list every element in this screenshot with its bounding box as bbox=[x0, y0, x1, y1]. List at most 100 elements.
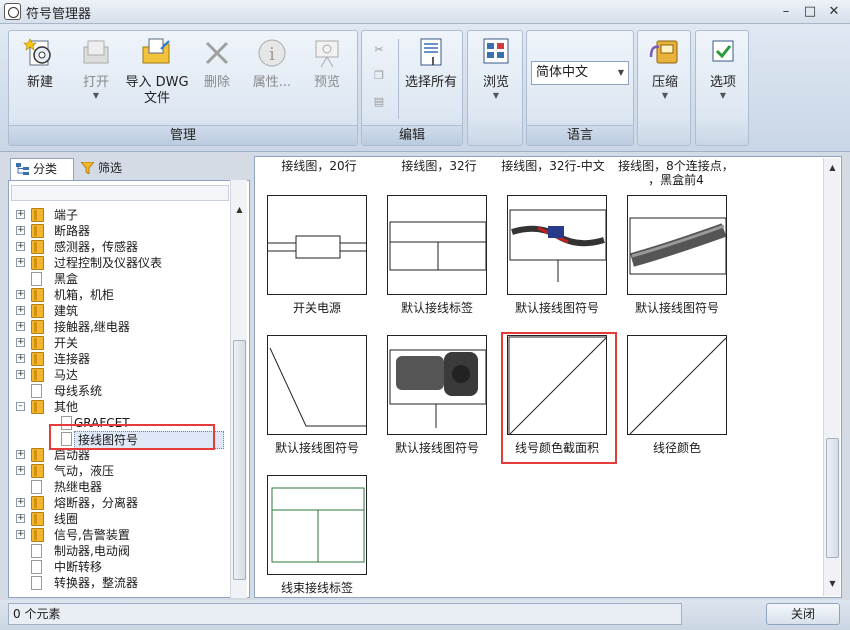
tree-item[interactable]: + 端子 bbox=[9, 207, 231, 223]
symbol-thumb-1[interactable] bbox=[267, 195, 367, 295]
grid-scrollbar[interactable]: ▲ ▼ bbox=[823, 158, 840, 596]
symbol-thumb-5[interactable] bbox=[267, 335, 367, 435]
tree-scrollbar[interactable]: ▲ bbox=[230, 180, 247, 598]
select-all-button[interactable]: 选择所有 bbox=[400, 35, 462, 91]
import-dwg-label-1: 导入 DWG bbox=[125, 75, 189, 90]
close-window-button[interactable]: ✕ bbox=[822, 2, 846, 21]
symbol-thumb-6[interactable] bbox=[387, 335, 487, 435]
document-icon bbox=[31, 384, 42, 398]
grid-scroll-thumb[interactable] bbox=[826, 438, 839, 558]
tree-item-label: 过程控制及仪器仪表 bbox=[54, 256, 163, 270]
minimize-button[interactable]: – bbox=[774, 2, 798, 21]
tree-item[interactable]: + 建筑 bbox=[9, 303, 231, 319]
col-header-2: 接线图，32行 bbox=[401, 159, 477, 173]
col-header-1: 接线图，20行 bbox=[281, 159, 357, 173]
symbol-thumb-8[interactable] bbox=[627, 335, 727, 435]
tree-item-label: 其他 bbox=[54, 400, 79, 414]
element-count: 0 个元素 bbox=[8, 603, 682, 625]
tab-filter[interactable]: 筛选 bbox=[76, 158, 146, 180]
tree-item[interactable]: 热继电器 bbox=[9, 479, 231, 495]
tree-item[interactable]: + 感测器，传感器 bbox=[9, 239, 231, 255]
tree-item-label: 断路器 bbox=[54, 224, 91, 238]
expand-icon[interactable]: + bbox=[16, 290, 25, 299]
browse-button[interactable]: 浏览 ▼ bbox=[472, 35, 520, 101]
tree-item-label: 连接器 bbox=[54, 352, 91, 366]
tree-item[interactable]: 中断转移 bbox=[9, 559, 231, 575]
browse-dropdown-arrow: ▼ bbox=[492, 91, 500, 100]
col-header-4: 接线图，8个连接点， ，黑盒前4 bbox=[613, 159, 739, 187]
category-panel: 分类 筛选 + 端子 + 断路器 + 感测器，传感器 + 过程控制及仪器仪表 黑盒 + 机箱，机柜 +… bbox=[8, 156, 250, 598]
tree-item[interactable]: + 机箱，机柜 bbox=[9, 287, 231, 303]
cable-photo-symbol bbox=[629, 217, 726, 275]
symbol-thumb-3[interactable] bbox=[507, 195, 607, 295]
category-tree[interactable]: + 端子 + 断路器 + 感测器，传感器 + 过程控制及仪器仪表 黑盒 + 机箱，机柜 + 建筑 + 接触器… bbox=[8, 180, 250, 598]
delete-button[interactable]: 删除 bbox=[195, 35, 239, 91]
cut-icon[interactable]: ✂ bbox=[370, 41, 388, 59]
wiring-photo-symbol bbox=[509, 209, 606, 282]
expand-icon[interactable]: + bbox=[16, 210, 25, 219]
tree-item[interactable]: 母线系统 bbox=[9, 383, 231, 399]
expand-icon[interactable]: + bbox=[16, 530, 25, 539]
expand-icon[interactable]: + bbox=[16, 354, 25, 363]
maximize-button[interactable]: □ bbox=[798, 2, 822, 21]
expand-icon[interactable]: + bbox=[16, 370, 25, 379]
expand-icon[interactable]: + bbox=[16, 258, 25, 267]
document-icon bbox=[31, 480, 42, 494]
expand-icon[interactable]: + bbox=[16, 338, 25, 347]
copy-icon[interactable]: ❐ bbox=[370, 67, 388, 85]
options-label: 选项 bbox=[709, 75, 736, 90]
tree-item[interactable]: 黑盒 bbox=[9, 271, 231, 287]
expand-icon[interactable]: + bbox=[16, 466, 25, 475]
expand-icon[interactable]: + bbox=[16, 450, 25, 459]
compress-button[interactable]: 压缩 ▼ bbox=[641, 35, 689, 101]
tree-item[interactable]: + 马达 bbox=[9, 367, 231, 383]
expand-icon[interactable]: + bbox=[16, 306, 25, 315]
open-button[interactable]: 打开 ▼ bbox=[71, 35, 121, 101]
tree-item[interactable]: + 信号,告警装置 bbox=[9, 527, 231, 543]
tree-item[interactable]: + 断路器 bbox=[9, 223, 231, 239]
options-button[interactable]: 选项 ▼ bbox=[699, 35, 747, 101]
properties-button[interactable]: i 属性... bbox=[245, 35, 299, 91]
status-bar: 0 个元素 关闭 bbox=[0, 600, 850, 630]
expand-icon[interactable]: + bbox=[16, 322, 25, 331]
select-all-label: 选择所有 bbox=[404, 75, 457, 90]
tree-item[interactable]: – 其他 bbox=[9, 399, 231, 415]
document-icon bbox=[31, 576, 42, 590]
open-icon bbox=[83, 40, 109, 64]
close-button[interactable]: 关闭 bbox=[766, 603, 840, 625]
symbol-thumb-4[interactable] bbox=[627, 195, 727, 295]
tree-item[interactable]: + 接触器,继电器 bbox=[9, 319, 231, 335]
tree-item[interactable]: + 熔断器，分离器 bbox=[9, 495, 231, 511]
harness-label-symbol bbox=[271, 487, 365, 563]
language-select[interactable]: 简体中文 ▼ bbox=[531, 61, 629, 85]
book-icon bbox=[31, 464, 44, 478]
paste-icon[interactable]: ▤ bbox=[370, 93, 388, 111]
tab-category[interactable]: 分类 bbox=[10, 158, 74, 180]
open-dropdown-arrow: ▼ bbox=[92, 91, 100, 100]
grid-scroll-down-arrow[interactable]: ▼ bbox=[824, 576, 841, 592]
tree-item[interactable]: + 过程控制及仪器仪表 bbox=[9, 255, 231, 271]
filter-icon bbox=[81, 162, 94, 174]
expand-icon[interactable]: + bbox=[16, 226, 25, 235]
expand-icon[interactable]: + bbox=[16, 242, 25, 251]
edit-group-label: 编辑 bbox=[362, 125, 462, 145]
expand-icon[interactable]: + bbox=[16, 514, 25, 523]
preview-button[interactable]: 预览 bbox=[303, 35, 351, 91]
delete-icon bbox=[205, 41, 229, 65]
grid-scroll-up-arrow[interactable]: ▲ bbox=[824, 160, 841, 176]
new-button[interactable]: 新建 bbox=[15, 35, 65, 91]
expand-icon[interactable]: + bbox=[16, 498, 25, 507]
symbol-thumb-2[interactable] bbox=[387, 195, 487, 295]
tree-scroll-thumb[interactable] bbox=[233, 340, 246, 580]
tree-item[interactable]: + 开关 bbox=[9, 335, 231, 351]
tree-item[interactable]: 转换器，整流器 bbox=[9, 575, 231, 591]
tree-item[interactable]: 制动器,电动阀 bbox=[9, 543, 231, 559]
symbol-thumb-9[interactable] bbox=[267, 475, 367, 575]
tree-item[interactable]: + 连接器 bbox=[9, 351, 231, 367]
scroll-up-arrow[interactable]: ▲ bbox=[231, 202, 248, 218]
tree-item[interactable]: + 线圈 bbox=[9, 511, 231, 527]
import-dwg-button[interactable]: 导入 DWG 文件 bbox=[121, 35, 193, 107]
tree-item[interactable]: + 气动，液压 bbox=[9, 463, 231, 479]
browse-label: 浏览 bbox=[482, 75, 509, 90]
collapse-icon[interactable]: – bbox=[16, 402, 25, 411]
